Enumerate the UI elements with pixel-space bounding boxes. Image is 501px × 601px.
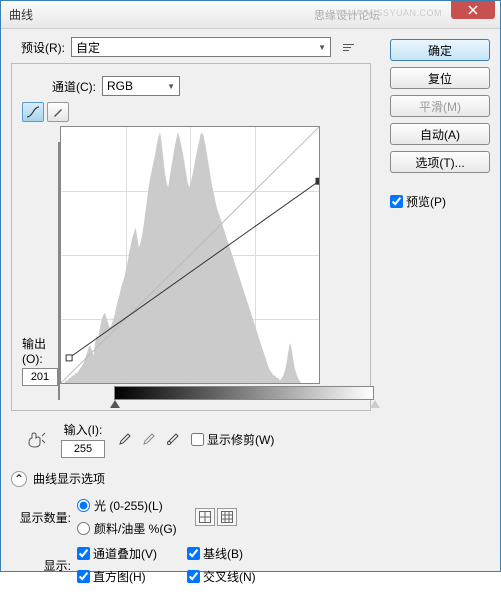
channel-row: 通道(C): RGB ▼ — [52, 76, 360, 96]
close-button[interactable] — [451, 1, 495, 19]
curve-display-options-header: ⌃ 曲线显示选项 — [11, 470, 390, 487]
auto-button[interactable]: 自动(A) — [390, 123, 490, 145]
channel-overlay-checkbox[interactable]: 通道叠加(V) — [77, 545, 187, 562]
baseline-checkbox[interactable]: 基线(B) — [187, 545, 297, 562]
curves-dialog: 曲线 思缘设计论坛 WWW.MISSYUAN.COM 预设(R): 自定 ▼ 通… — [0, 0, 501, 572]
graph-panel: 通道(C): RGB ▼ 输出(O): — [11, 63, 371, 411]
pencil-icon — [52, 106, 64, 118]
preview-checkbox[interactable]: 预览(P) — [390, 193, 490, 210]
output-column: 输出(O): — [22, 126, 58, 400]
channel-select[interactable]: RGB ▼ — [102, 76, 180, 96]
collapse-button[interactable]: ⌃ — [11, 471, 27, 487]
content-area: 预设(R): 自定 ▼ 通道(C): RGB ▼ — [1, 29, 500, 601]
eyedropper-group — [115, 431, 181, 449]
preset-label: 预设(R): — [11, 39, 65, 56]
show-clipping-checkbox[interactable]: 显示修剪(W) — [191, 431, 274, 448]
chevron-down-icon: ▼ — [167, 82, 175, 91]
canvas-wrap — [60, 126, 374, 400]
grid-large-button[interactable] — [217, 508, 237, 526]
curves-canvas[interactable] — [60, 126, 320, 384]
close-icon — [468, 5, 478, 15]
white-point-slider[interactable] — [370, 400, 380, 408]
white-eyedropper[interactable] — [163, 431, 181, 449]
show-amount-label: 显示数量: — [11, 509, 71, 526]
input-row: 输入(I): 显示修剪(W) — [25, 421, 390, 458]
black-point-slider[interactable] — [110, 400, 120, 408]
grid-size-buttons — [195, 508, 237, 526]
options-button[interactable]: 选项(T)... — [390, 151, 490, 173]
graph-area: 输出(O): — [22, 126, 360, 400]
input-input[interactable] — [61, 440, 105, 458]
channel-value: RGB — [107, 79, 133, 93]
grid-small-button[interactable] — [195, 508, 215, 526]
reset-button[interactable]: 复位 — [390, 67, 490, 89]
histogram-checkbox[interactable]: 直方图(H) — [77, 568, 187, 585]
black-eyedropper[interactable] — [115, 431, 133, 449]
smooth-button[interactable]: 平滑(M) — [390, 95, 490, 117]
grid-large-icon — [221, 511, 233, 523]
output-label: 输出(O): — [22, 335, 58, 366]
eyedropper-icon — [117, 433, 131, 447]
on-image-adjust[interactable] — [25, 430, 51, 450]
preset-select[interactable]: 自定 ▼ — [71, 37, 331, 57]
watermark-url: WWW.MISSYUAN.COM — [336, 8, 442, 18]
curve-options-label: 曲线显示选项 — [33, 470, 105, 487]
grid-small-icon — [199, 511, 211, 523]
ok-button[interactable]: 确定 — [390, 39, 490, 61]
preset-menu-button[interactable] — [343, 38, 361, 56]
channel-label: 通道(C): — [52, 78, 96, 95]
show-clipping-label: 显示修剪(W) — [207, 431, 274, 448]
histogram — [61, 127, 319, 383]
input-label: 输入(I): — [64, 421, 103, 438]
show-row: 显示: 通道叠加(V) 基线(B) 直方图(H) 交叉线(N) — [11, 545, 390, 585]
pencil-curve-tool[interactable] — [47, 102, 69, 122]
chevron-down-icon: ▼ — [318, 43, 326, 52]
output-input[interactable] — [22, 368, 58, 386]
show-amount-row: 显示数量: 光 (0-255)(L) 颜料/油墨 %(G) — [11, 497, 390, 537]
eyedropper-icon — [141, 433, 155, 447]
eyedropper-icon — [165, 433, 179, 447]
curve-icon — [26, 106, 40, 118]
chevron-up-icon: ⌃ — [14, 472, 24, 486]
right-column: 确定 复位 平滑(M) 自动(A) 选项(T)... 预览(P) — [390, 37, 490, 593]
x-gradient — [114, 386, 374, 400]
preset-value: 自定 — [76, 39, 100, 56]
intersection-checkbox[interactable]: 交叉线(N) — [187, 568, 297, 585]
titlebar: 曲线 思缘设计论坛 WWW.MISSYUAN.COM — [1, 1, 500, 29]
light-radio[interactable]: 光 (0-255)(L) — [77, 497, 177, 514]
left-column: 预设(R): 自定 ▼ 通道(C): RGB ▼ — [11, 37, 390, 593]
preset-row: 预设(R): 自定 ▼ — [11, 37, 390, 57]
show-label: 显示: — [11, 557, 71, 574]
gray-eyedropper[interactable] — [139, 431, 157, 449]
hand-icon — [25, 430, 51, 450]
point-curve-tool[interactable] — [22, 102, 44, 122]
pigment-radio[interactable]: 颜料/油墨 %(G) — [77, 520, 177, 537]
curve-tool-row — [22, 102, 360, 122]
